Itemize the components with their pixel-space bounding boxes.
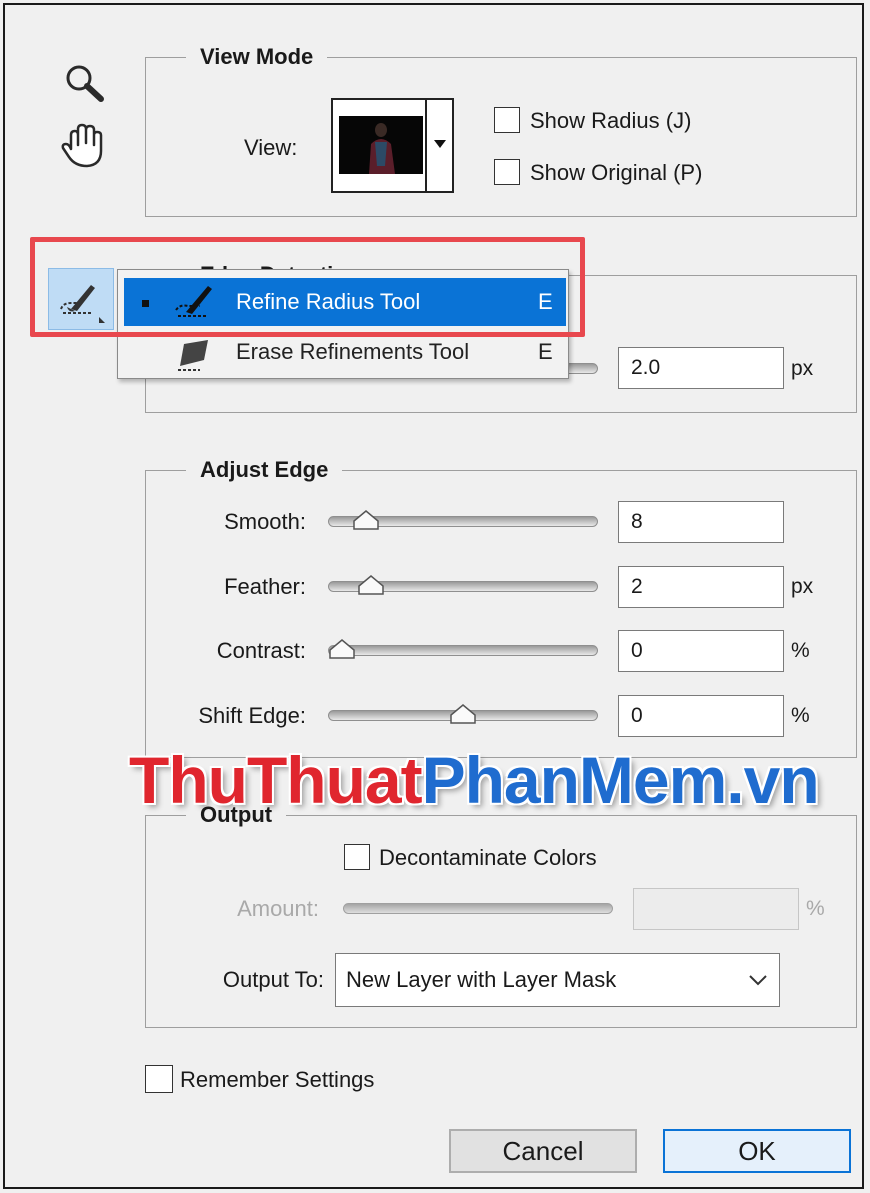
- view-mode-group: View Mode View: Show Radius (J) Show Ori…: [145, 44, 857, 217]
- slider-thumb[interactable]: [328, 638, 356, 660]
- decontaminate-colors-checkbox[interactable]: [344, 844, 370, 870]
- watermark-part-2: PhanMem.vn: [421, 743, 820, 817]
- hand-icon[interactable]: [59, 121, 109, 171]
- highlight-callout: [30, 237, 585, 337]
- view-dropdown-divider: [425, 100, 427, 191]
- contrast-field[interactable]: 0: [618, 630, 784, 672]
- menu-item-label: Erase Refinements Tool: [236, 339, 470, 364]
- remember-settings-checkbox[interactable]: [145, 1065, 173, 1093]
- view-mode-legend: View Mode: [186, 44, 328, 70]
- amount-slider: [343, 903, 613, 914]
- contrast-unit: %: [791, 639, 810, 662]
- amount-unit: %: [806, 897, 825, 920]
- shift-edge-field[interactable]: 0: [618, 695, 784, 737]
- erase-refinements-icon: [178, 340, 208, 371]
- adjust-edge-group: Adjust Edge Smooth: 8 Feather: 2 px Cont…: [145, 457, 857, 758]
- radius-unit: px: [791, 357, 814, 380]
- feather-label: Feather:: [224, 574, 306, 599]
- feather-field[interactable]: 2: [618, 566, 784, 608]
- contrast-slider[interactable]: [328, 645, 598, 656]
- view-label: View:: [244, 135, 298, 160]
- feather-unit: px: [791, 575, 814, 598]
- show-original-checkbox[interactable]: [494, 159, 520, 185]
- watermark-part-1: ThuThuat: [129, 743, 423, 817]
- adjust-edge-legend: Adjust Edge: [186, 457, 343, 483]
- ok-button[interactable]: OK: [663, 1129, 851, 1173]
- chevron-down-icon: [749, 975, 767, 986]
- show-radius-label: Show Radius (J): [530, 108, 692, 133]
- chevron-down-icon: [434, 140, 446, 148]
- amount-label: Amount:: [237, 896, 319, 921]
- zoom-icon[interactable]: [61, 61, 109, 105]
- view-picker[interactable]: [331, 98, 454, 193]
- contrast-label: Contrast:: [216, 638, 306, 663]
- shift-edge-label: Shift Edge:: [198, 703, 306, 728]
- slider-thumb[interactable]: [352, 509, 380, 531]
- output-to-value: New Layer with Layer Mask: [346, 967, 617, 992]
- menu-item-shortcut: E: [538, 339, 553, 364]
- watermark-logo: ThuThuatPhanMem.vn: [129, 740, 820, 820]
- decontaminate-colors-label: Decontaminate Colors: [379, 845, 597, 870]
- show-radius-checkbox[interactable]: [494, 107, 520, 133]
- output-to-select[interactable]: New Layer with Layer Mask: [335, 953, 780, 1007]
- smooth-label: Smooth:: [224, 509, 306, 534]
- smooth-field[interactable]: 8: [618, 501, 784, 543]
- refine-edge-dialog: View Mode View: Show Radius (J) Show Ori…: [3, 3, 864, 1189]
- slider-thumb[interactable]: [357, 574, 385, 596]
- show-original-label: Show Original (P): [530, 160, 703, 185]
- view-thumbnail: [339, 116, 423, 174]
- radius-field[interactable]: 2.0: [618, 347, 784, 389]
- slider-thumb[interactable]: [449, 703, 477, 725]
- cancel-button[interactable]: Cancel: [449, 1129, 637, 1173]
- output-to-label: Output To:: [222, 967, 324, 992]
- shift-edge-unit: %: [791, 704, 810, 727]
- amount-field: [633, 888, 799, 930]
- remember-settings-label: Remember Settings: [180, 1067, 375, 1092]
